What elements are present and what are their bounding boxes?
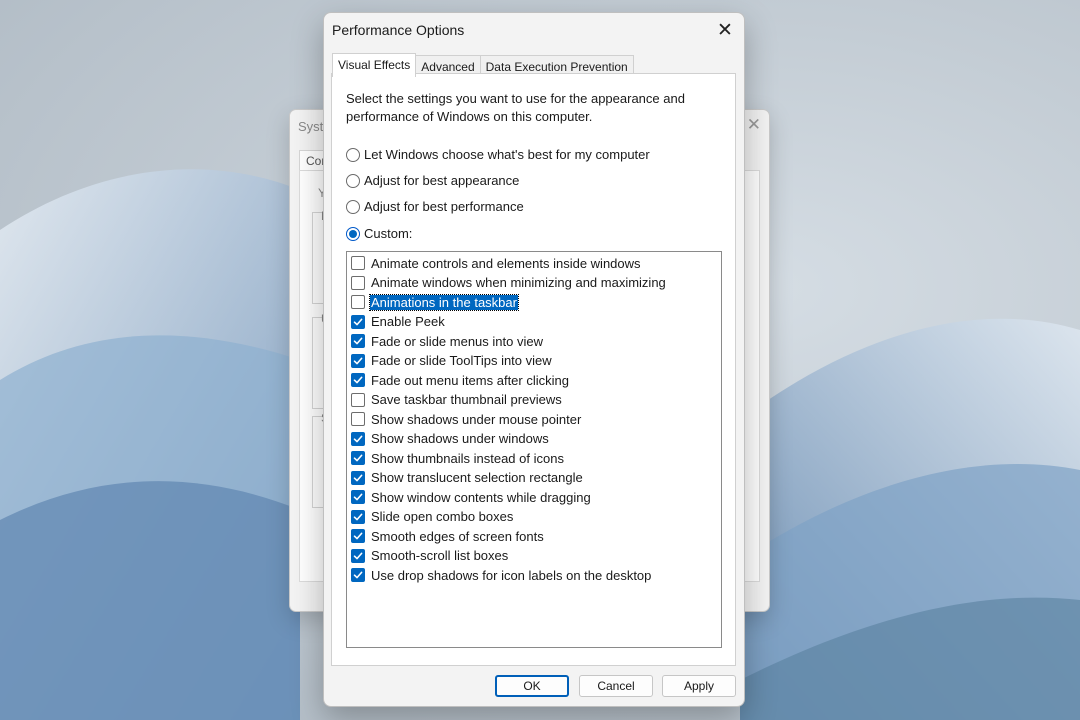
effect-item-label: Animations in the taskbar <box>369 293 519 311</box>
effect-item-label: Animate windows when minimizing and maxi… <box>371 275 666 290</box>
radio-best-performance[interactable]: Adjust for best performance <box>346 199 524 214</box>
effect-item-label: Save taskbar thumbnail previews <box>371 392 562 407</box>
effect-item[interactable]: Animations in the taskbar <box>351 293 519 311</box>
checkbox-checked-icon[interactable] <box>351 314 365 329</box>
effect-item[interactable]: Show window contents while dragging <box>351 488 592 506</box>
effect-item[interactable]: Smooth-scroll list boxes <box>351 547 509 565</box>
close-icon[interactable]: ✕ <box>710 16 740 44</box>
radio-button-icon <box>346 199 360 214</box>
cancel-button[interactable]: Cancel <box>579 675 653 697</box>
tab-bar: Visual Effects Advanced Data Execution P… <box>332 53 634 77</box>
effect-item[interactable]: Save taskbar thumbnail previews <box>351 391 563 409</box>
effect-item[interactable]: Animate controls and elements inside win… <box>351 254 642 272</box>
checkbox-checked-icon[interactable] <box>351 509 365 524</box>
radio-let-windows-choose[interactable]: Let Windows choose what's best for my co… <box>346 147 650 162</box>
effect-item-label: Show shadows under mouse pointer <box>371 411 582 427</box>
checkbox-checked-icon[interactable] <box>351 334 365 348</box>
radio-button-icon <box>346 147 360 162</box>
checkbox-checked-icon[interactable] <box>351 431 365 446</box>
checkbox-unchecked-icon[interactable] <box>351 295 365 309</box>
effect-item-label: Animate controls and elements inside win… <box>371 255 641 271</box>
effect-item[interactable]: Show shadows under windows <box>351 430 550 448</box>
visual-effects-list[interactable]: Animate controls and elements inside win… <box>346 251 722 648</box>
radio-custom[interactable]: Custom: <box>346 226 412 241</box>
tab-visual-effects[interactable]: Visual Effects <box>332 53 417 77</box>
radio-label: Adjust for best appearance <box>364 173 520 188</box>
checkbox-unchecked-icon[interactable] <box>351 392 365 407</box>
effect-item-label: Enable Peek <box>371 314 445 329</box>
effect-item[interactable]: Smooth edges of screen fonts <box>351 527 545 545</box>
checkbox-checked-icon[interactable] <box>351 490 365 504</box>
ok-button[interactable]: OK <box>495 675 569 697</box>
settings-description: Select the settings you want to use for … <box>346 91 685 124</box>
effect-item-label: Show window contents while dragging <box>371 489 591 505</box>
effect-item[interactable]: Show shadows under mouse pointer <box>351 410 582 428</box>
effect-item[interactable]: Show thumbnails instead of icons <box>351 449 565 467</box>
effect-item-label: Fade or slide menus into view <box>371 333 543 349</box>
apply-button[interactable]: Apply <box>662 675 736 697</box>
effect-item-label: Show translucent selection rectangle <box>371 470 583 485</box>
radio-label: Adjust for best performance <box>364 199 524 214</box>
effect-item[interactable]: Enable Peek <box>351 313 446 331</box>
effect-item-label: Use drop shadows for icon labels on the … <box>371 567 652 583</box>
radio-button-checked-icon <box>346 226 360 241</box>
checkbox-checked-icon[interactable] <box>351 470 365 485</box>
effect-item-label: Slide open combo boxes <box>371 509 514 524</box>
checkbox-checked-icon[interactable] <box>351 451 365 465</box>
effect-item[interactable]: Fade out menu items after clicking <box>351 371 570 389</box>
checkbox-checked-icon[interactable] <box>351 548 365 563</box>
effect-item[interactable]: Animate windows when minimizing and maxi… <box>351 274 667 292</box>
checkbox-checked-icon[interactable] <box>351 568 365 582</box>
checkbox-checked-icon[interactable] <box>351 353 365 368</box>
system-properties-close-icon[interactable]: ✕ <box>747 115 761 135</box>
effect-item-label: Smooth-scroll list boxes <box>371 548 509 563</box>
dialog-title: Performance Options <box>332 22 465 38</box>
checkbox-checked-icon[interactable] <box>351 373 365 387</box>
effect-item[interactable]: Fade or slide ToolTips into view <box>351 352 553 370</box>
radio-label: Custom: <box>364 226 413 241</box>
radio-label: Let Windows choose what's best for my co… <box>364 147 650 162</box>
checkbox-unchecked-icon[interactable] <box>351 412 365 426</box>
effect-item-label: Fade out menu items after clicking <box>371 372 569 388</box>
effect-item-label: Smooth edges of screen fonts <box>371 528 544 544</box>
effect-item-label: Show thumbnails instead of icons <box>371 450 564 466</box>
visual-effects-panel: Select the settings you want to use for … <box>331 73 736 666</box>
effect-item[interactable]: Slide open combo boxes <box>351 508 514 526</box>
checkbox-unchecked-icon[interactable] <box>351 275 365 290</box>
radio-button-icon <box>346 173 360 188</box>
effect-item-label: Show shadows under windows <box>371 431 549 446</box>
checkbox-unchecked-icon[interactable] <box>351 256 365 270</box>
checkbox-checked-icon[interactable] <box>351 529 365 543</box>
effect-item[interactable]: Show translucent selection rectangle <box>351 469 584 487</box>
radio-best-appearance[interactable]: Adjust for best appearance <box>346 173 519 188</box>
system-properties-title: Syst <box>298 119 324 134</box>
effect-item-label: Fade or slide ToolTips into view <box>371 353 552 368</box>
effect-item[interactable]: Use drop shadows for icon labels on the … <box>351 566 652 584</box>
effect-item[interactable]: Fade or slide menus into view <box>351 332 544 350</box>
performance-options-dialog: Performance Options ✕ Visual Effects Adv… <box>323 12 745 707</box>
